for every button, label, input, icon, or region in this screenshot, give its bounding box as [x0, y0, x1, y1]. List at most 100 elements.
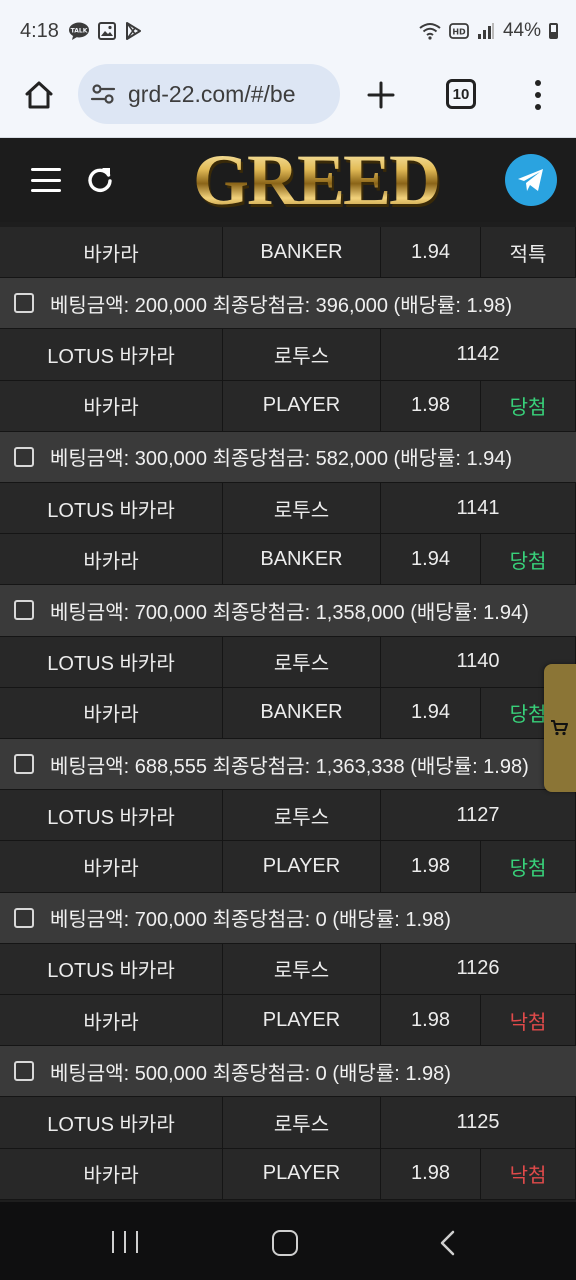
- pick-cell: PLAYER: [223, 1148, 381, 1200]
- game-name-cell: LOTUS 바카라: [0, 329, 223, 381]
- game-type-cell: 바카라: [0, 841, 223, 893]
- game-name-cell: LOTUS 바카라: [0, 636, 223, 688]
- bet-select-checkbox[interactable]: [14, 600, 34, 621]
- home-nav-button[interactable]: [272, 1230, 298, 1256]
- pick-cell: BANKER: [223, 227, 381, 279]
- bet-summary-text: 베팅금액: 700,000 최종당첨금: 1,358,000 (배당률: 1.9…: [50, 601, 529, 624]
- tab-switcher-button[interactable]: 10: [446, 79, 476, 109]
- bet-detail-row: 바카라 PLAYER 1.98 낙첨: [0, 1148, 576, 1200]
- play-store-icon: [126, 22, 141, 40]
- bet-select-checkbox[interactable]: [14, 446, 34, 467]
- home-icon: [25, 81, 53, 109]
- pick-cell: PLAYER: [223, 380, 381, 432]
- game-type-cell: 바카라: [0, 227, 223, 279]
- round-number-cell: 1127: [381, 790, 576, 842]
- bet-detail-row: 바카라 PLAYER 1.98 낙첨: [0, 995, 576, 1047]
- bet-summary-text: 베팅금액: 500,000 최종당첨금: 0 (배당률: 1.98): [50, 1062, 451, 1085]
- game-info-row: LOTUS 바카라 로투스 1127: [0, 790, 576, 842]
- bet-summary-text: 베팅금액: 700,000 최종당첨금: 0 (배당률: 1.98): [50, 909, 451, 932]
- home-button[interactable]: [20, 76, 58, 114]
- game-info-row: LOTUS 바카라 로투스 1140: [0, 636, 576, 688]
- game-category-cell: 로투스: [223, 1097, 381, 1149]
- odds-cell: 1.98: [381, 1148, 481, 1200]
- bet-summary-header[interactable]: 베팅금액: 688,555 최종당첨금: 1,363,338 (배당률: 1.9…: [0, 739, 576, 791]
- game-category-cell: 로투스: [223, 636, 381, 688]
- bet-select-checkbox[interactable]: [14, 907, 34, 928]
- bet-summary-row[interactable]: 베팅금액: 700,000 최종당첨금: 1,358,000 (배당률: 1.9…: [0, 585, 576, 637]
- bet-detail-row: 바카라 BANKER 1.94 당첨: [0, 687, 576, 739]
- bet-summary-row[interactable]: 베팅금액: 700,000 최종당첨금: 0 (배당률: 1.98): [0, 892, 576, 944]
- odds-cell: 1.94: [381, 534, 481, 586]
- address-bar[interactable]: grd-22.com/#/be: [78, 64, 340, 124]
- new-tab-button[interactable]: [362, 76, 400, 114]
- more-vert-icon[interactable]: [524, 76, 552, 114]
- bet-summary-header[interactable]: 베팅금액: 700,000 최종당첨금: 0 (배당률: 1.98): [0, 892, 576, 944]
- bet-select-checkbox[interactable]: [14, 1061, 34, 1082]
- bet-summary-row[interactable]: 베팅금액: 300,000 최종당첨금: 582,000 (배당률: 1.94): [0, 431, 576, 483]
- pick-cell: PLAYER: [223, 995, 381, 1047]
- bet-summary-header[interactable]: 베팅금액: 300,000 최종당첨금: 582,000 (배당률: 1.94): [0, 431, 576, 483]
- result-cell: 적특: [481, 227, 576, 279]
- bet-history-list: 바카라 BANKER 1.94 적특 베팅금액: 200,000 최종당첨금: 396,…: [0, 222, 576, 1202]
- game-type-cell: 바카라: [0, 380, 223, 432]
- bet-select-checkbox[interactable]: [14, 754, 34, 775]
- site-settings-icon[interactable]: [90, 81, 116, 107]
- plus-icon: [367, 81, 395, 109]
- battery-icon: [549, 23, 558, 39]
- browser-toolbar: grd-22.com/#/be 10: [0, 64, 576, 138]
- svg-text:TALK: TALK: [71, 28, 88, 35]
- status-time: 4:18: [20, 20, 59, 42]
- bet-summary-header[interactable]: 베팅금액: 700,000 최종당첨금: 1,358,000 (배당률: 1.9…: [0, 585, 576, 637]
- odds-cell: 1.98: [381, 841, 481, 893]
- telegram-icon: [518, 169, 543, 191]
- game-category-cell: 로투스: [223, 483, 381, 535]
- bet-summary-row[interactable]: 베팅금액: 688,555 최종당첨금: 1,363,338 (배당률: 1.9…: [0, 739, 576, 791]
- system-icons: HD 44%: [419, 20, 558, 42]
- recent-apps-button[interactable]: [112, 1231, 138, 1253]
- back-button[interactable]: [436, 1230, 460, 1256]
- bet-detail-row: 바카라 PLAYER 1.98 당첨: [0, 841, 576, 893]
- game-info-row: LOTUS 바카라 로투스 1125: [0, 1097, 576, 1149]
- round-number-cell: 1125: [381, 1097, 576, 1149]
- bet-summary-header[interactable]: 베팅금액: 500,000 최종당첨금: 0 (배당률: 1.98): [0, 1046, 576, 1098]
- bet-summary-row[interactable]: 베팅금액: 200,000 최종당첨금: 396,000 (배당률: 1.98): [0, 278, 576, 330]
- result-cell: 당첨: [481, 380, 576, 432]
- greed-logo[interactable]: GREED: [186, 140, 446, 220]
- odds-cell: 1.94: [381, 227, 481, 279]
- round-number-cell: 1141: [381, 483, 576, 535]
- game-type-cell: 바카라: [0, 1148, 223, 1200]
- cart-tab[interactable]: [544, 664, 576, 792]
- bet-summary-text: 베팅금액: 300,000 최종당첨금: 582,000 (배당률: 1.94): [50, 448, 513, 471]
- hd-icon: HD: [449, 23, 469, 39]
- bet-summary-row[interactable]: 베팅금액: 500,000 최종당첨금: 0 (배당률: 1.98): [0, 1046, 576, 1098]
- bet-summary-header[interactable]: 베팅금액: 200,000 최종당첨금: 396,000 (배당률: 1.98): [0, 278, 576, 330]
- bet-summary-text: 베팅금액: 200,000 최종당첨금: 396,000 (배당률: 1.98): [50, 294, 513, 317]
- bet-summary-text: 베팅금액: 688,555 최종당첨금: 1,363,338 (배당률: 1.9…: [50, 755, 529, 778]
- game-name-cell: LOTUS 바카라: [0, 483, 223, 535]
- hamburger-icon[interactable]: [31, 168, 61, 192]
- refresh-icon[interactable]: [86, 166, 114, 194]
- notification-icons: TALK: [68, 22, 142, 40]
- url-text[interactable]: grd-22.com/#/be: [128, 81, 295, 108]
- result-cell: 낙첨: [481, 1148, 576, 1200]
- pick-cell: BANKER: [223, 687, 381, 739]
- bet-detail-row: 바카라 BANKER 1.94 적특: [0, 227, 576, 279]
- telegram-button[interactable]: [505, 154, 557, 206]
- game-category-cell: 로투스: [223, 943, 381, 995]
- battery-percent: 44%: [502, 20, 541, 41]
- image-icon: [98, 22, 116, 40]
- game-info-row: LOTUS 바카라 로투스 1142: [0, 329, 576, 381]
- svg-text:HD: HD: [452, 28, 466, 37]
- bet-detail-row: 바카라 BANKER 1.94 당첨: [0, 534, 576, 586]
- pick-cell: PLAYER: [223, 841, 381, 893]
- odds-cell: 1.98: [381, 995, 481, 1047]
- bet-select-checkbox[interactable]: [14, 293, 34, 314]
- game-name-cell: LOTUS 바카라: [0, 1097, 223, 1149]
- round-number-cell: 1142: [381, 329, 576, 381]
- system-nav-bar: [0, 1202, 576, 1280]
- result-cell: 낙첨: [481, 995, 576, 1047]
- game-name-cell: LOTUS 바카라: [0, 943, 223, 995]
- wifi-icon: [419, 23, 441, 40]
- game-info-row: LOTUS 바카라 로투스 1141: [0, 483, 576, 535]
- signal-icon: [477, 23, 494, 39]
